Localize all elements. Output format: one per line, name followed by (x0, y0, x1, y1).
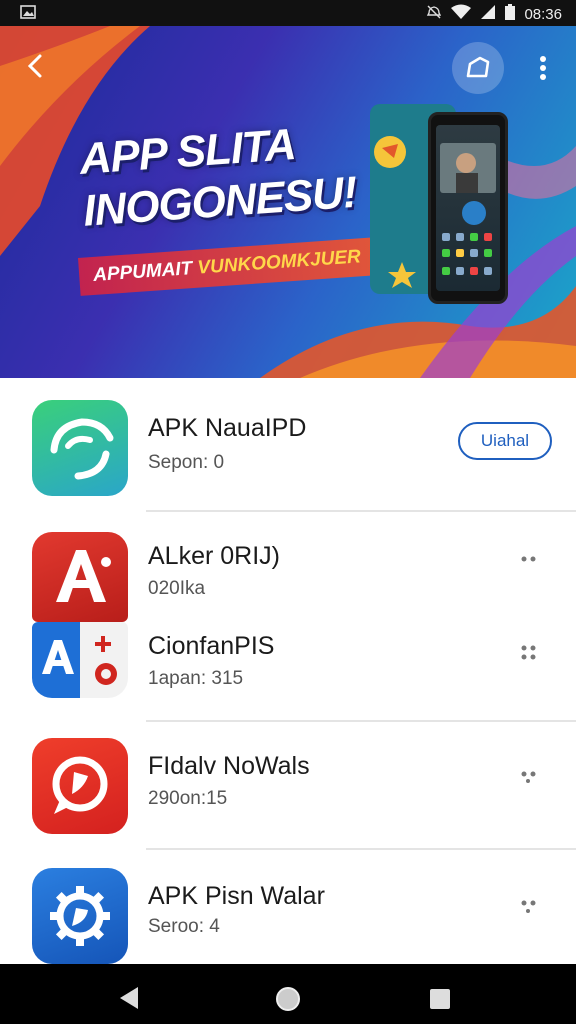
status-time: 08:36 (524, 5, 562, 23)
app-title: APK NauaIPD (148, 414, 307, 442)
app-subtitle: 290on:15 (148, 788, 228, 809)
list-item[interactable]: ALker 0RIJ) 020Ika (0, 512, 576, 622)
more-icon[interactable] (516, 546, 542, 572)
chat-bubble-icon (32, 738, 128, 834)
phone-screen (436, 125, 500, 291)
image-notification-icon (20, 5, 36, 23)
more-icon[interactable] (516, 640, 542, 666)
app-title: APK Pisn Walar (148, 882, 325, 910)
mute-icon (426, 4, 442, 24)
app-title: CionfanPIS (148, 632, 275, 660)
back-button[interactable] (20, 50, 52, 82)
phone-illustration (428, 112, 508, 304)
navigation-bar (0, 964, 576, 1024)
a-plus-icon (32, 622, 128, 698)
more-options-button[interactable] (530, 48, 556, 88)
list-item[interactable]: CionfanPIS 1apan: 315 (0, 604, 576, 722)
wifi-icon (451, 4, 472, 24)
share-button[interactable] (452, 42, 504, 94)
back-icon[interactable] (116, 984, 144, 1012)
app-subtitle: 1apan: 315 (148, 668, 244, 689)
list-item[interactable]: FIdalv NoWals 290on:15 (0, 722, 576, 850)
list-item[interactable]: APK NauaIPD Sepon: 0 Uiahal (0, 378, 576, 512)
install-button[interactable]: Uiahal (458, 422, 552, 460)
chevron-left-icon (27, 54, 42, 78)
app-subtitle: Sepon: 0 (148, 452, 225, 473)
app-subtitle: Seroo: 4 (148, 916, 220, 937)
more-icon[interactable] (516, 894, 542, 920)
promo-banner[interactable]: APP SLITA INOGONESU! APPUMAIT VUNKOOMKJU… (0, 26, 576, 378)
banner-headline: APP SLITA INOGONESU! (78, 115, 358, 238)
signal-icon (480, 4, 496, 24)
status-bar: 08:36 (0, 0, 576, 26)
home-icon[interactable] (273, 984, 303, 1014)
gear-icon (32, 868, 128, 964)
list-item[interactable]: APK Pisn Walar Seroo: 4 (0, 850, 576, 964)
recents-icon[interactable] (427, 986, 453, 1012)
battery-icon (505, 4, 516, 24)
more-icon[interactable] (516, 764, 542, 790)
more-vert-icon (540, 56, 546, 80)
ribbon-text-right: VUNKOOMKJUER (196, 246, 362, 279)
share-box-icon (466, 56, 490, 78)
app-title: FIdalv NoWals (148, 752, 310, 780)
app-subtitle: 020Ika (148, 578, 206, 599)
phone-swirl-icon (32, 400, 128, 496)
ribbon-text-left: APPUMAIT (92, 257, 199, 286)
app-title: ALker 0RIJ) (148, 542, 280, 570)
